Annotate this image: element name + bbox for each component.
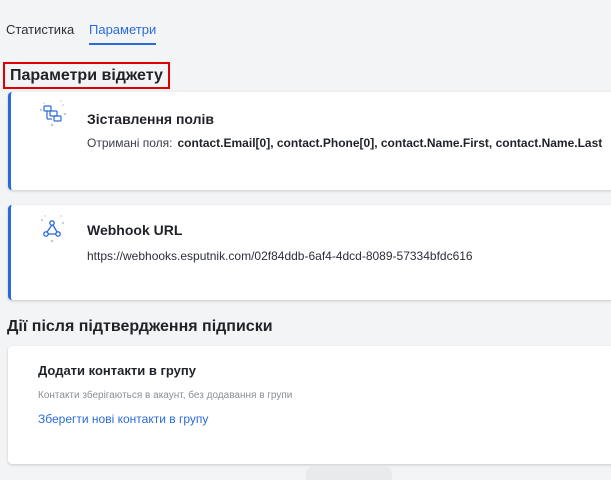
webhook-card[interactable]: Webhook URL https://webhooks.esputnik.co… bbox=[8, 205, 611, 300]
webhook-url[interactable]: https://webhooks.esputnik.com/02f84ddb-6… bbox=[87, 249, 473, 263]
widget-params-heading: Параметри віджету bbox=[3, 62, 170, 89]
add-to-group-hint: Контакти зберігаються в акаунт, без дода… bbox=[38, 390, 293, 401]
actions-heading: Дії після підтвердження підписки bbox=[7, 318, 273, 335]
tab-bar: Статистика Параметри bbox=[0, 0, 611, 48]
received-fields-label: Отримані поля: bbox=[87, 136, 173, 150]
add-to-group-title: Додати контакти в групу bbox=[38, 363, 196, 378]
received-fields: Отримані поля: contact.Email[0], contact.… bbox=[87, 136, 602, 150]
field-mapping-icon bbox=[35, 98, 71, 134]
webhook-title: Webhook URL bbox=[87, 222, 183, 238]
webhook-icon bbox=[35, 211, 71, 247]
field-mapping-title: Зіставлення полів bbox=[87, 111, 215, 127]
tab-statistics[interactable]: Статистика bbox=[6, 22, 74, 45]
received-fields-value: contact.Email[0], contact.Phone[0], cont… bbox=[177, 136, 603, 150]
tab-parameters[interactable]: Параметри bbox=[89, 22, 157, 45]
bottom-handle bbox=[306, 466, 392, 480]
add-to-group-card[interactable]: Додати контакти в групу Контакти зберіга… bbox=[8, 346, 611, 464]
field-mapping-card[interactable]: Зіставлення полів Отримані поля: contact.… bbox=[8, 92, 611, 190]
save-to-group-link[interactable]: Зберегти нові контакти в групу bbox=[38, 412, 208, 426]
